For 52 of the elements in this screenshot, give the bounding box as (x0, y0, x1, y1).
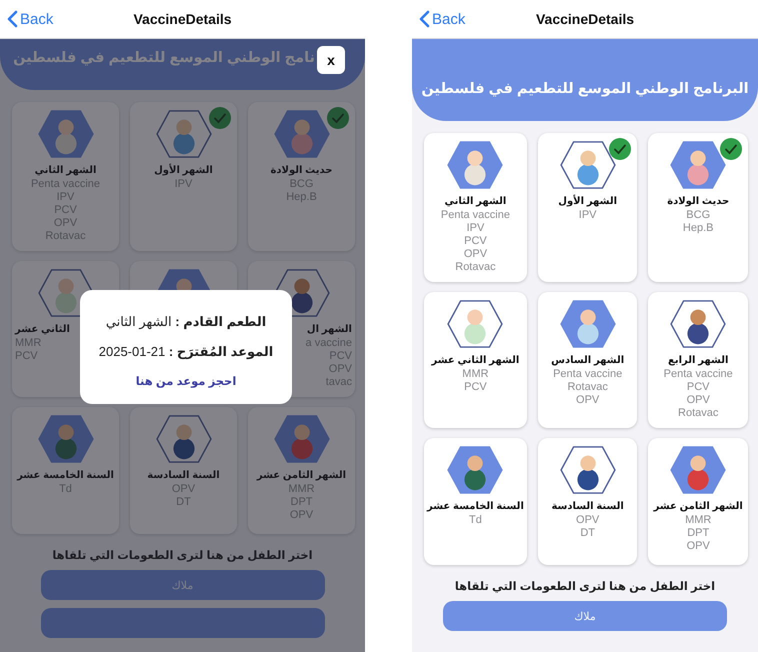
vaccine-name: IPV (466, 222, 486, 235)
vaccine-name: IPV (578, 209, 598, 222)
card-title: الشهر الثاني (444, 195, 508, 209)
child-button[interactable] (40, 608, 324, 638)
screen-title: VaccineDetails (536, 11, 634, 27)
card-title: حديث الولادة (666, 195, 730, 209)
vaccine-name: PCV (463, 381, 488, 394)
vaccine-name: Hep.B (682, 222, 714, 235)
vaccine-name: PCV (463, 235, 488, 248)
chevron-left-icon (418, 10, 430, 28)
card-title: الشهر الثاني عشر (430, 354, 520, 368)
card-title: الشهر الثامن عشر (652, 500, 744, 514)
vaccine-name: Penta vaccine (552, 368, 624, 381)
card-title: الشهر الثامن عشر (256, 469, 348, 483)
vaccine-name: DT (579, 527, 596, 540)
card-title: الشهر الأول (557, 194, 618, 209)
banner-title: البرنامج الوطني الموسع للتطعيم في فلسطين (421, 81, 749, 97)
vaccine-name: MMR (461, 368, 490, 381)
vaccine-name: OPV (575, 514, 600, 527)
card-title: السنة الخامسة عشر (427, 500, 524, 514)
vaccine-name: Td (468, 514, 483, 527)
vaccine-name: OPV (575, 394, 600, 407)
screen-title: VaccineDetails (133, 11, 232, 27)
chevron-left-icon (6, 10, 18, 28)
card-title: السنة الخامسة عشر (16, 469, 115, 483)
card-title: الشهر الثاني (34, 164, 98, 178)
vaccine-name: Penta vaccine (662, 368, 734, 381)
select-child-prompt: اختر الطفل من هنا لترى الطعومات التي تلقاها (454, 580, 716, 593)
vaccine-name: OPV (686, 394, 711, 407)
book-appointment-link[interactable]: احجز موعد من هنا (136, 374, 236, 388)
card-title: حديث الولادة (269, 164, 334, 178)
vaccine-name: MMR (684, 514, 712, 527)
banner-title: نامج الوطني الموسع للتطعيم في فلسطين (13, 50, 315, 66)
vaccine-name: Penta vaccine (440, 209, 511, 222)
card-title: الشهر الرابع (667, 354, 730, 368)
back-button[interactable]: Back (0, 10, 54, 28)
vaccine-name: DPT (686, 527, 710, 540)
vaccine-name: Rotavac (677, 407, 720, 420)
card-title: الشهر الأول (153, 163, 214, 178)
vaccine-name: OPV (686, 540, 711, 553)
vaccine-name: Rotavac (454, 261, 497, 274)
vaccine-name: BCG (685, 209, 712, 222)
select-child-prompt: اختر الطفل من هنا لترى الطعومات التي تلقاها (52, 549, 313, 562)
card-title: السنة السادسة (550, 500, 625, 514)
back-button[interactable]: Back (412, 10, 466, 28)
card-title: السنة السادسة (146, 469, 221, 483)
vaccine-name: Rotavac (566, 381, 609, 394)
child-button[interactable]: ملاك (443, 601, 727, 631)
card-title: الشهر السادس (550, 354, 626, 368)
vaccine-name: OPV (462, 248, 488, 261)
vaccine-name: PCV (686, 381, 711, 394)
close-button[interactable]: x (317, 46, 345, 74)
